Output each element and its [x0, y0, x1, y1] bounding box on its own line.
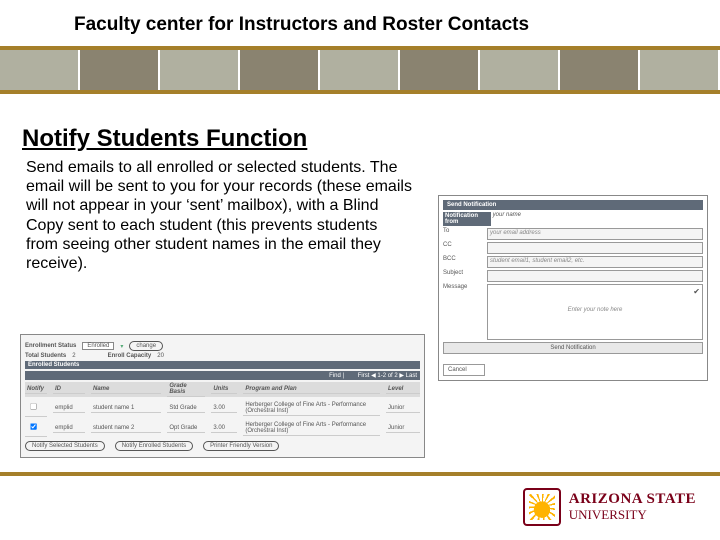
- spellcheck-icon: ✔: [693, 287, 700, 296]
- table-row: emplidstudent name 2Opt Grade3.00Herberg…: [25, 419, 420, 437]
- notify-enrolled-button[interactable]: Notify Enrolled Students: [115, 441, 193, 451]
- roster-screenshot: Enrollment Status Enrolled ▾ change Tota…: [20, 334, 425, 458]
- send-notification-screenshot: Send Notification Notification from your…: [438, 195, 708, 381]
- bcc-field[interactable]: student email1, student email2, etc.: [487, 256, 703, 268]
- notify-selected-button[interactable]: Notify Selected Students: [25, 441, 105, 451]
- enrolled-students-bar: Enrolled Students: [25, 361, 420, 369]
- notify-checkbox[interactable]: [30, 403, 37, 410]
- printer-friendly-button[interactable]: Printer Friendly Version: [203, 441, 279, 451]
- sunburst-icon: [523, 488, 561, 526]
- send-notification-button[interactable]: Send Notification: [443, 342, 703, 354]
- decorative-photo-band: [0, 50, 720, 90]
- change-button[interactable]: change: [129, 341, 163, 351]
- slide-title: Faculty center for Instructors and Roste…: [74, 14, 529, 36]
- footer-divider: [0, 472, 720, 476]
- notify-checkbox[interactable]: [30, 423, 37, 430]
- form-row: Toyour email address: [443, 228, 703, 240]
- form-row: BCCstudent email1, student email2, etc.: [443, 256, 703, 268]
- cancel-button[interactable]: Cancel: [443, 364, 485, 376]
- body-paragraph: Send emails to all enrolled or selected …: [26, 158, 413, 273]
- table-row: emplidstudent name 1Std Grade3.00Herberg…: [25, 399, 420, 417]
- form-row: CC: [443, 242, 703, 254]
- to-field[interactable]: your email address: [487, 228, 703, 240]
- subject-field[interactable]: [487, 270, 703, 282]
- cc-field[interactable]: [487, 242, 703, 254]
- section-heading: Notify Students Function: [22, 125, 307, 153]
- asu-logo: ARIZONA STATEUNIVERSITY: [523, 488, 696, 526]
- form-row: Subject: [443, 270, 703, 282]
